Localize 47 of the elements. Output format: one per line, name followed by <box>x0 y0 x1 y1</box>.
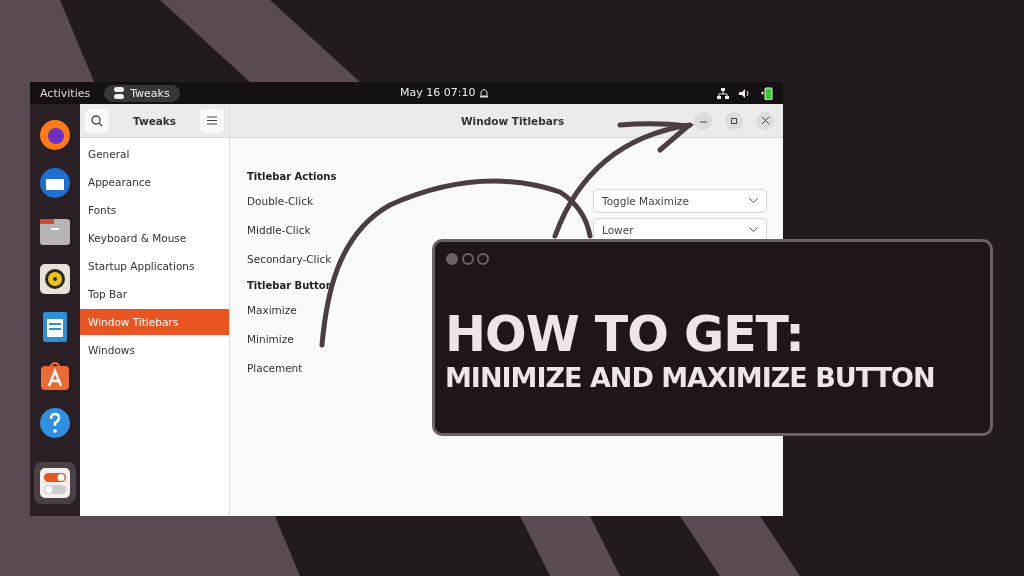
search-icon <box>91 114 103 127</box>
search-button[interactable] <box>85 108 109 133</box>
section-heading: Titlebar Actions <box>247 169 338 184</box>
setting-label: Middle-Click <box>247 223 311 236</box>
banner-heading: HOW TO GET: <box>445 309 805 361</box>
speaker-icon <box>39 263 71 295</box>
battery-icon[interactable] <box>761 86 773 100</box>
sidebar-item[interactable]: Startup Applications <box>80 253 229 279</box>
restore-icon <box>730 117 738 124</box>
store-icon <box>39 359 71 391</box>
banner-subheading: MINIMIZE AND MAXIMIZE BUTTON <box>445 361 936 395</box>
setting-label: Secondary-Click <box>247 252 332 265</box>
sidebar-item[interactable]: Top Bar <box>80 281 229 307</box>
minimize-button[interactable] <box>694 111 712 130</box>
setting-label: Minimize <box>247 332 294 345</box>
setting-label: Placement <box>247 361 303 374</box>
app-menu-button[interactable]: Tweaks <box>104 84 180 102</box>
dropdown[interactable]: Toggle Maximize <box>593 188 767 213</box>
toggles-icon <box>39 467 71 499</box>
sidebar-title: Tweaks <box>132 114 177 127</box>
sidebar-item[interactable]: Keyboard & Mouse <box>80 225 229 251</box>
browser-icon <box>39 119 71 151</box>
sidebar-item[interactable]: General <box>80 141 229 167</box>
chevron-down-icon <box>749 226 758 233</box>
menu-icon <box>207 116 217 125</box>
setting-label: Maximize <box>247 303 297 316</box>
sidebar-item[interactable]: Windows <box>80 337 229 363</box>
alarm-icon[interactable] <box>479 87 489 99</box>
close-icon <box>761 117 769 124</box>
toggles-icon <box>114 87 125 99</box>
help-icon <box>39 407 71 439</box>
mail-icon <box>39 167 71 199</box>
sidebar-item[interactable]: Window Titlebars <box>80 309 229 335</box>
network-icon[interactable] <box>717 87 729 99</box>
chevron-down-icon <box>749 197 758 204</box>
window-dots-icon <box>445 252 490 266</box>
sidebar-item[interactable]: Fonts <box>80 197 229 223</box>
dock-item[interactable] <box>34 462 76 504</box>
dropdown[interactable]: Lower <box>593 217 767 242</box>
sidebar-item[interactable]: Appearance <box>80 169 229 195</box>
clock[interactable]: May 16 07:10 <box>400 86 476 99</box>
close-button[interactable] <box>756 111 774 130</box>
setting-label: Double-Click <box>247 194 313 207</box>
volume-icon[interactable] <box>739 87 751 99</box>
maximize-button[interactable] <box>725 111 743 130</box>
window-title: Window Titlebars <box>461 114 565 127</box>
activities-button[interactable]: Activities <box>40 86 91 100</box>
